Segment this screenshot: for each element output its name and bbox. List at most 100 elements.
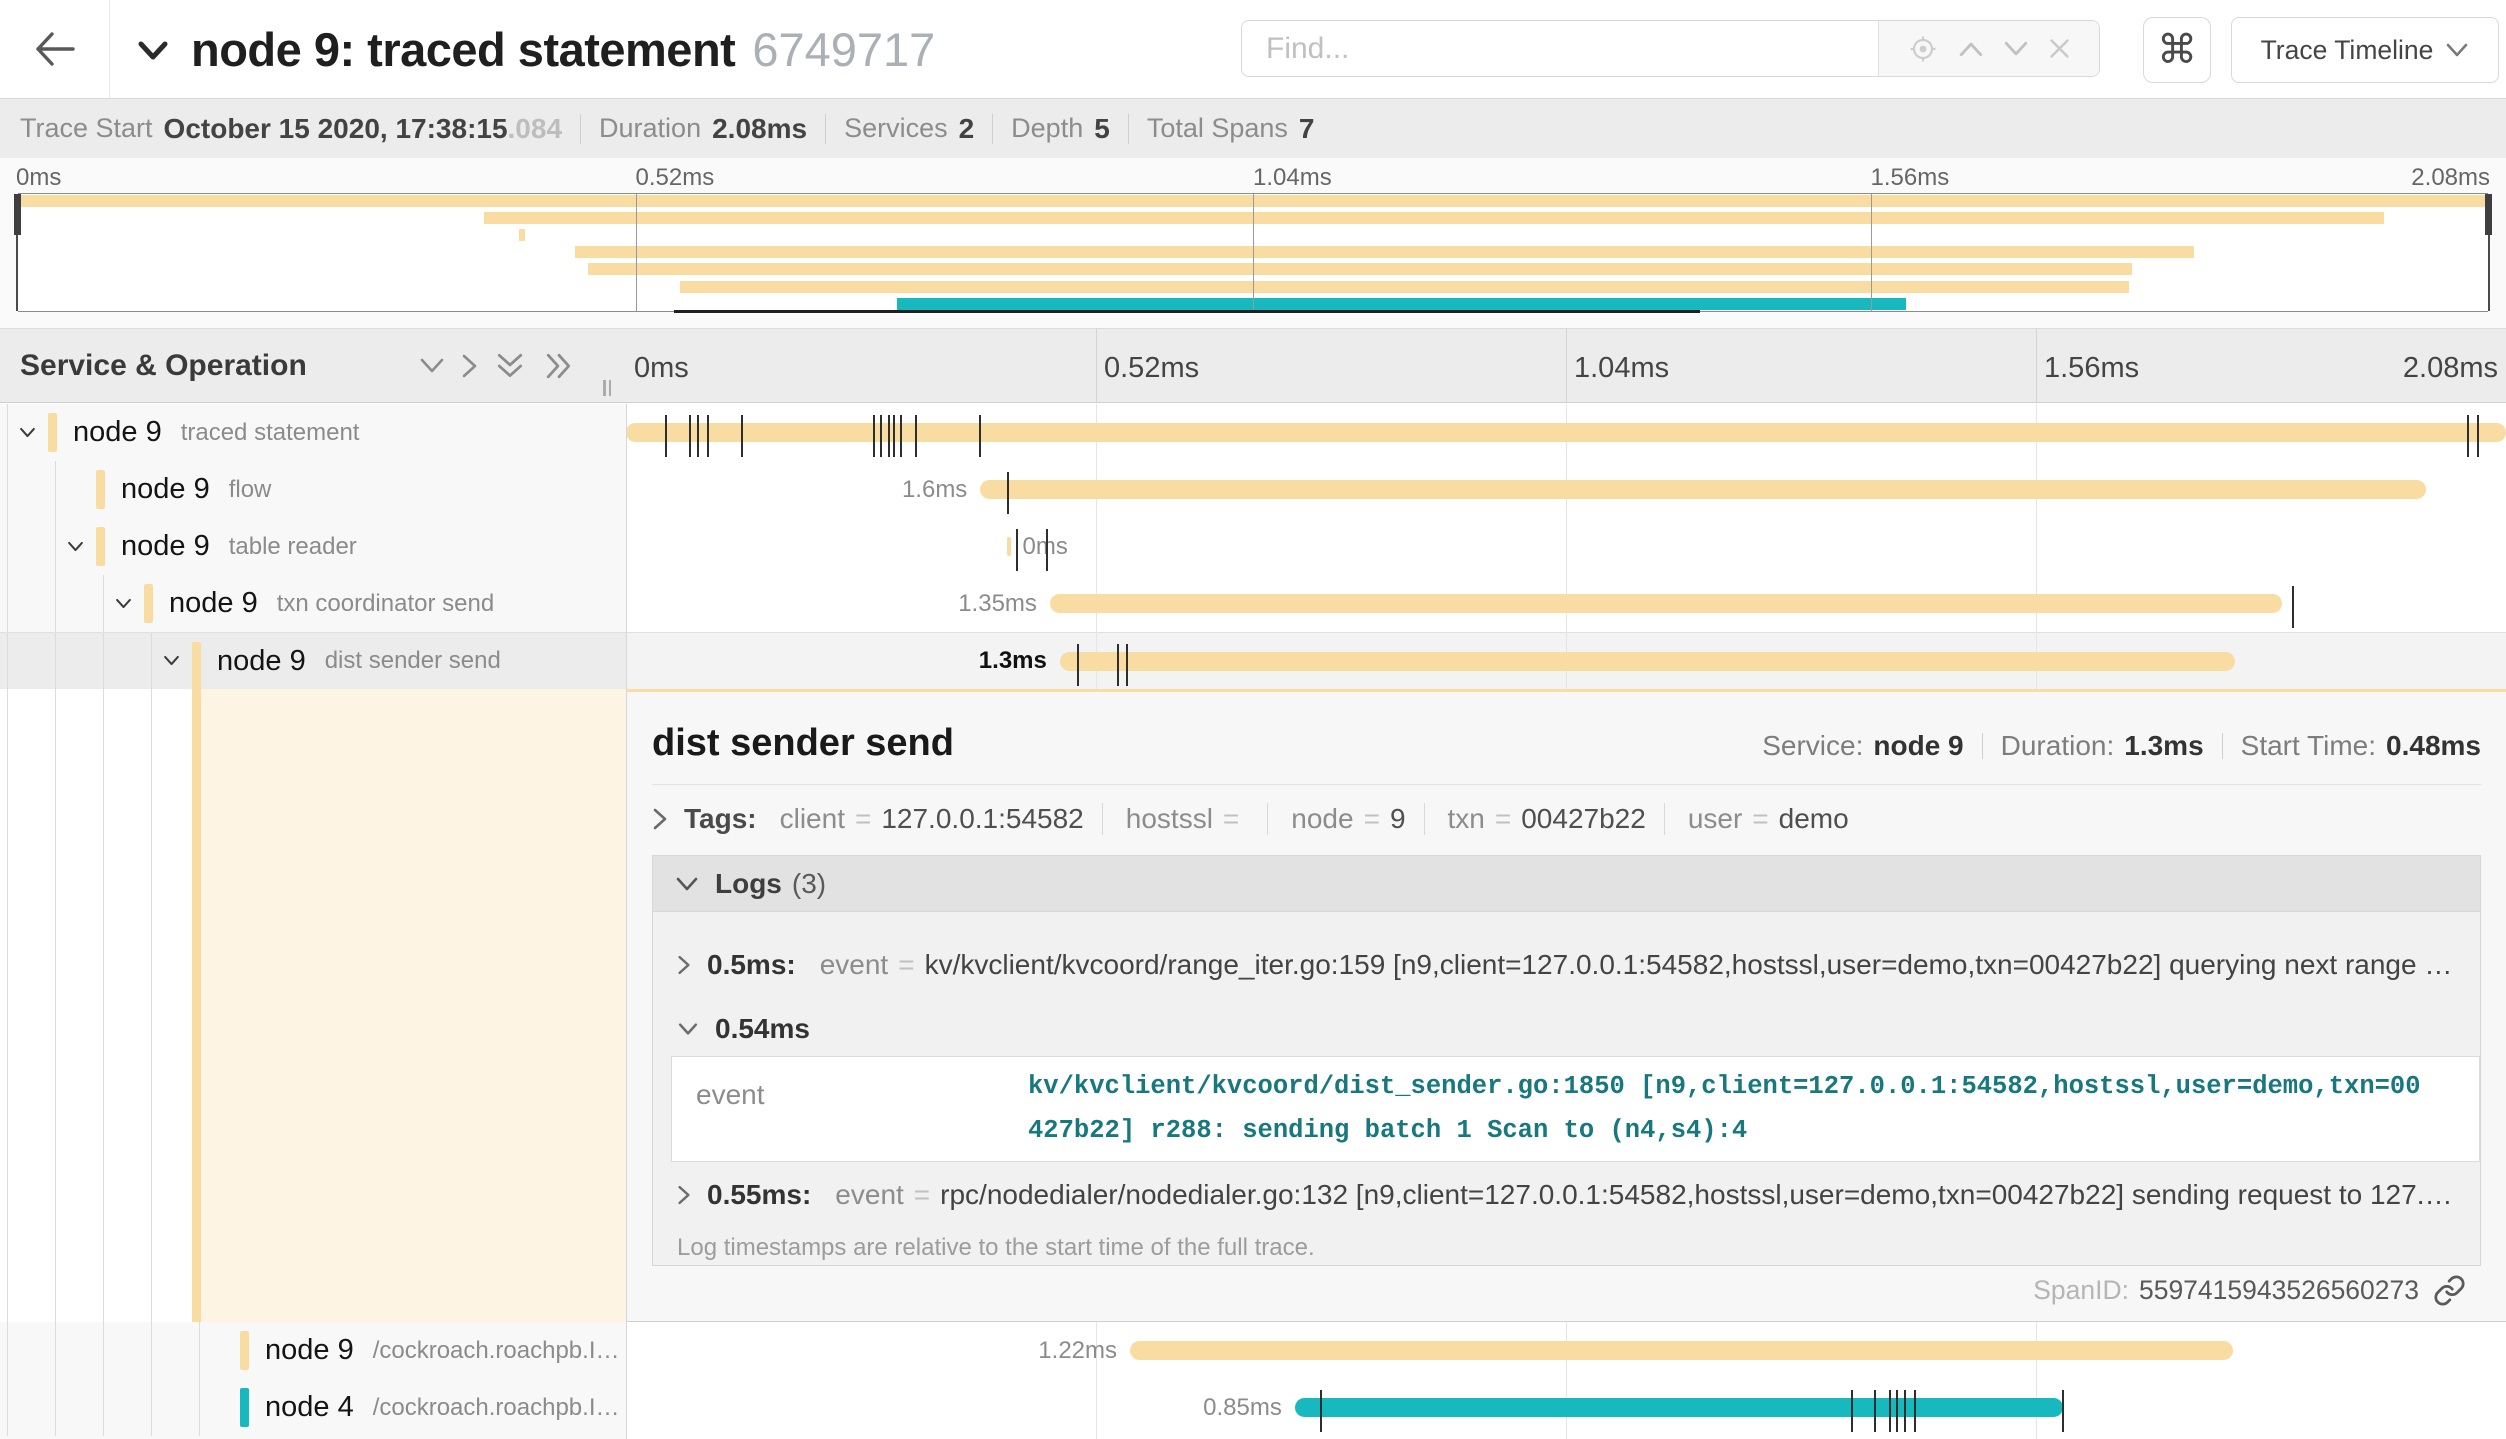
log-marker[interactable] (1046, 529, 1048, 571)
tags-row[interactable]: Tags: client=127.0.0.1:54582hostssl=node… (652, 795, 2481, 843)
span-duration-bar[interactable] (1060, 652, 2235, 671)
chevron-down-icon[interactable] (19, 424, 36, 446)
span-name-cell[interactable]: node 9/cockroach.roachpb.I… (0, 1322, 626, 1379)
span-name-text: node 9dist sender send (217, 633, 501, 689)
indent-guide (7, 461, 8, 518)
trace-minimap: 0ms0.52ms1.04ms1.56ms2.08ms (0, 158, 2506, 328)
collapse-all-icon[interactable] (495, 351, 525, 381)
log-entry[interactable]: 0.5ms:event=kv/kvclient/kvcoord/range_it… (653, 946, 2480, 984)
collapse-trace-chevron[interactable] (134, 31, 172, 69)
indent-guide (55, 518, 56, 575)
tag-equals: = (1223, 803, 1239, 835)
log-marker[interactable] (1320, 1390, 1322, 1432)
expand-one-icon[interactable] (461, 353, 479, 379)
minimap-canvas[interactable] (18, 193, 2488, 312)
tag-item: node=9 (1291, 803, 1424, 835)
tag-value: 127.0.0.1:54582 (881, 803, 1083, 835)
log-marker[interactable] (900, 415, 902, 457)
duration-value: 2.08ms (712, 113, 807, 145)
span-name-cell[interactable]: node 9flow (0, 461, 626, 518)
next-result-icon[interactable] (2003, 40, 2029, 58)
log-marker[interactable] (893, 415, 895, 457)
log-marker[interactable] (665, 415, 667, 457)
log-marker[interactable] (1851, 1390, 1853, 1432)
chevron-right-icon (677, 1184, 691, 1206)
span-duration-bar[interactable] (626, 423, 2506, 442)
minimap-grid-line (636, 194, 637, 311)
minimap-axis-labels: 0ms0.52ms1.04ms1.56ms2.08ms (0, 164, 2506, 196)
prev-result-icon[interactable] (1958, 40, 1984, 58)
locate-icon[interactable] (1907, 33, 1939, 65)
log-marker[interactable] (1126, 644, 1128, 686)
log-entry-expanded-header[interactable]: 0.54ms (653, 1010, 2480, 1048)
log-marker[interactable] (1117, 644, 1119, 686)
back-button[interactable] (0, 0, 110, 98)
service-operation-title: Service & Operation (20, 349, 307, 383)
log-marker[interactable] (915, 415, 917, 457)
expand-all-icon[interactable] (541, 352, 577, 380)
log-marker[interactable] (1007, 472, 1009, 514)
minimap-left-handle[interactable] (14, 194, 21, 235)
log-marker[interactable] (689, 415, 691, 457)
log-entry[interactable]: 0.55ms:event=rpc/nodedialer/nodedialer.g… (653, 1176, 2480, 1214)
log-marker[interactable] (1904, 1390, 1906, 1432)
span-duration-label: 0.85ms (1203, 1379, 1282, 1436)
trace-view-label: Trace Timeline (2261, 35, 2434, 66)
logs-count: (3) (792, 868, 826, 900)
depth-label: Depth (1011, 113, 1083, 144)
collapse-one-icon[interactable] (419, 357, 445, 375)
span-name-cell[interactable]: node 9dist sender send (0, 633, 626, 689)
deep-link-icon[interactable] (2433, 1274, 2466, 1307)
span-duration-bar[interactable] (980, 480, 2426, 499)
timeline-axis-separator (2036, 329, 2037, 402)
stats-separator (992, 114, 993, 144)
span-duration-bar[interactable] (1295, 1398, 2063, 1417)
span-duration-bar[interactable] (1050, 594, 2282, 613)
column-resize-grip[interactable] (603, 380, 615, 396)
span-duration-label: 1.22ms (1038, 1322, 1117, 1379)
chevron-down-icon[interactable] (115, 595, 132, 617)
span-row: node 4/cockroach.roachpb.I… 0.85ms (0, 1379, 2506, 1436)
log-marker[interactable] (707, 415, 709, 457)
column-divider[interactable] (626, 404, 627, 1439)
span-name-cell[interactable]: node 9traced statement (0, 404, 626, 461)
tags-label: Tags: (684, 803, 757, 835)
log-marker[interactable] (1016, 529, 1018, 571)
log-marker[interactable] (1889, 1390, 1891, 1432)
minimap-span-bar (897, 298, 1906, 310)
total-spans-label: Total Spans (1147, 113, 1288, 144)
log-marker[interactable] (1914, 1390, 1916, 1432)
span-name-cell[interactable]: node 9table reader (0, 518, 626, 575)
log-key: event (835, 1179, 904, 1211)
logs-header[interactable]: Logs (3) (653, 856, 2480, 912)
log-marker[interactable] (697, 415, 699, 457)
span-duration-bar[interactable] (1130, 1341, 2233, 1360)
minimap-span-bar (588, 263, 2132, 275)
log-marker[interactable] (2477, 415, 2479, 457)
log-marker[interactable] (880, 415, 882, 457)
span-name-cell[interactable]: node 4/cockroach.roachpb.I… (0, 1379, 626, 1436)
minimap-axis-label: 1.56ms (1871, 164, 1950, 192)
timeline-header: Service & Operation 0ms0.52ms1.04ms1.56m… (0, 328, 2506, 403)
find-input[interactable] (1242, 21, 1878, 76)
trace-view-dropdown[interactable]: Trace Timeline (2231, 17, 2499, 83)
keyboard-shortcuts-button[interactable]: ⌘ (2143, 17, 2211, 83)
span-id-label: SpanID: (2033, 1275, 2129, 1306)
span-name-cell[interactable]: node 9txn coordinator send (0, 575, 626, 632)
chevron-down-icon[interactable] (163, 652, 180, 674)
log-marker[interactable] (979, 415, 981, 457)
log-marker[interactable] (873, 415, 875, 457)
chevron-down-icon[interactable] (67, 538, 84, 560)
log-marker[interactable] (2292, 586, 2294, 628)
log-marker[interactable] (1896, 1390, 1898, 1432)
log-marker[interactable] (2467, 415, 2469, 457)
operation-name: /cockroach.roachpb.I… (373, 1337, 620, 1365)
log-marker[interactable] (1077, 644, 1079, 686)
log-marker[interactable] (888, 415, 890, 457)
log-marker[interactable] (1874, 1390, 1876, 1432)
minimap-right-handle[interactable] (2485, 194, 2492, 235)
log-marker[interactable] (2062, 1390, 2064, 1432)
clear-search-icon[interactable] (2048, 37, 2071, 60)
log-marker[interactable] (741, 415, 743, 457)
span-duration-bar[interactable] (1007, 537, 1012, 556)
